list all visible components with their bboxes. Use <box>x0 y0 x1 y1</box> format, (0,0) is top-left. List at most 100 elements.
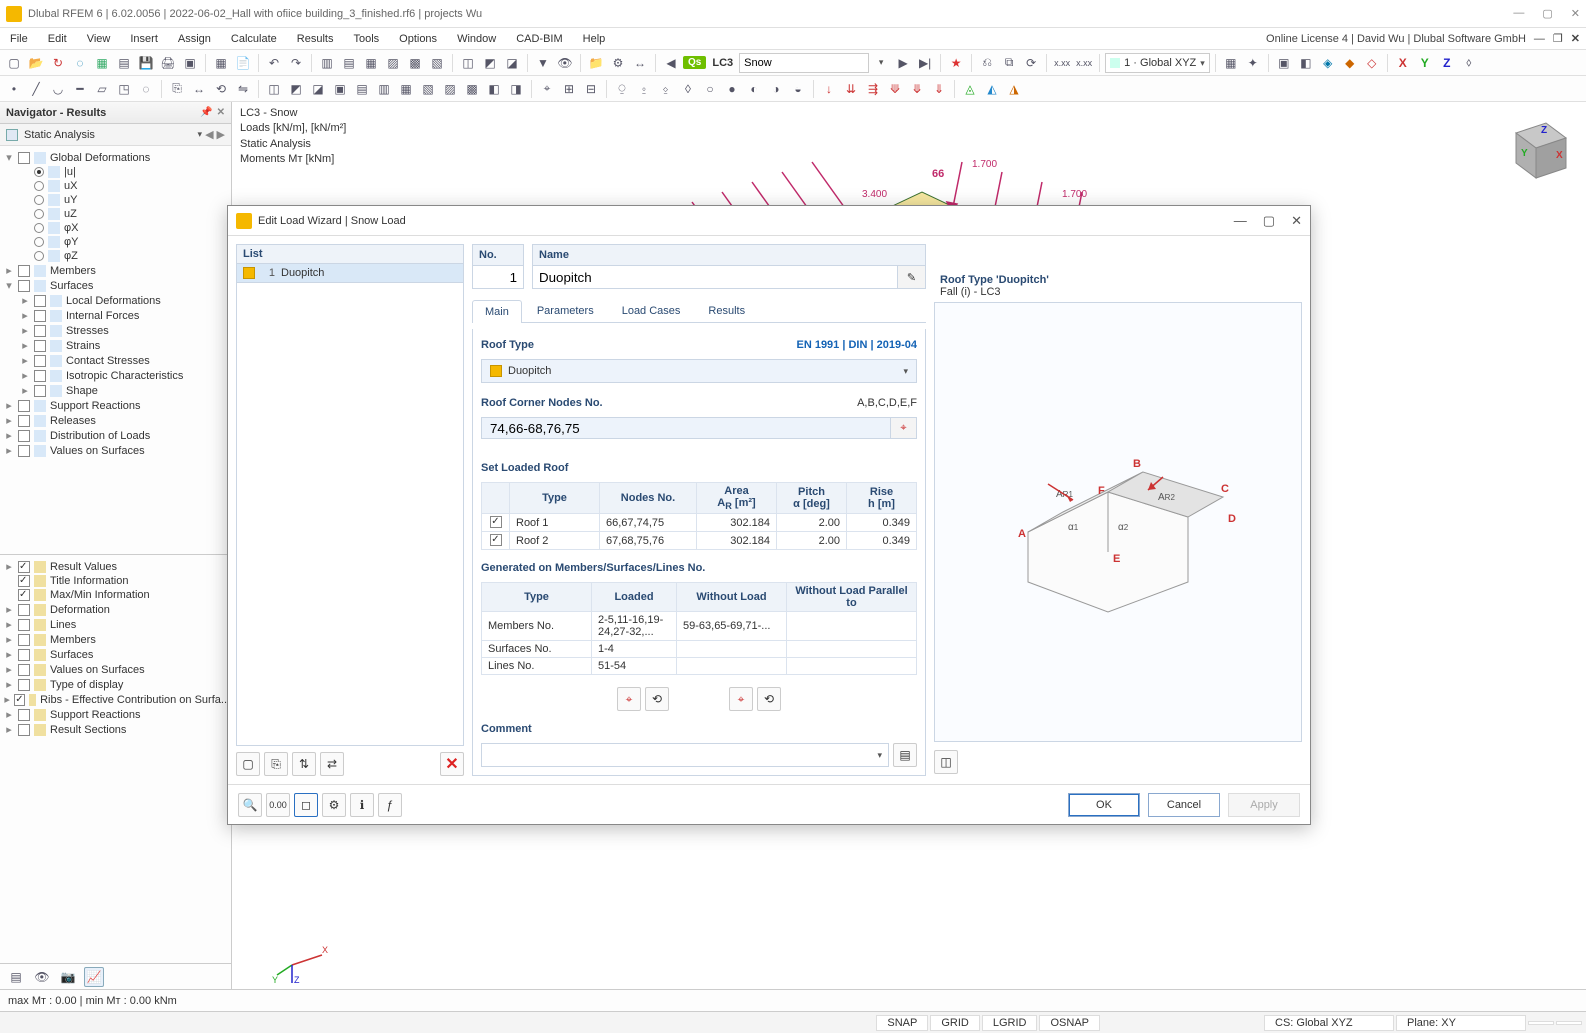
t24-icon[interactable]: ◒ <box>788 79 808 99</box>
tree-item[interactable]: uZ <box>2 207 229 221</box>
radio-icon[interactable] <box>34 209 44 219</box>
mode-dropdown-icon[interactable] <box>198 128 203 141</box>
radio-icon[interactable] <box>34 223 44 233</box>
menu-window[interactable]: Window <box>453 31 500 47</box>
menu-cad-bim[interactable]: CAD-BIM <box>512 31 566 47</box>
tab-main[interactable]: Main <box>472 300 522 323</box>
row-checkbox[interactable] <box>490 534 502 546</box>
checkbox-icon[interactable] <box>14 694 24 706</box>
display-item[interactable]: ▸Support Reactions <box>2 707 229 722</box>
grid2-icon[interactable]: ▤ <box>339 53 359 73</box>
display-item[interactable]: ▸Values on Surfaces <box>2 662 229 677</box>
roof-row[interactable]: Roof 267,68,75,76302.1842.000.349 <box>482 532 917 550</box>
radio-icon[interactable] <box>34 181 44 191</box>
project-icon[interactable]: 📁 <box>586 53 606 73</box>
status-plane[interactable]: Plane: XY <box>1396 1015 1526 1031</box>
status-extra2[interactable] <box>1556 1021 1582 1025</box>
tree-item[interactable]: |u| <box>2 165 229 179</box>
checkbox-icon[interactable] <box>18 445 30 457</box>
display-button[interactable]: ◻ <box>294 793 318 817</box>
checkbox-icon[interactable] <box>34 355 46 367</box>
cancel-button[interactable]: Cancel <box>1148 793 1220 817</box>
t10-icon[interactable]: ▩ <box>462 79 482 99</box>
fe-icon[interactable]: ◭ <box>982 79 1002 99</box>
name-edit-button[interactable]: ✎ <box>898 265 926 289</box>
load2-icon[interactable]: ⇊ <box>841 79 861 99</box>
t13-icon[interactable]: ⌖ <box>537 79 557 99</box>
checkbox-icon[interactable] <box>18 152 30 164</box>
navtab-results-icon[interactable]: 📈 <box>84 967 104 987</box>
dialog-maximize-icon[interactable]: ▢ <box>1263 213 1275 229</box>
menu-tools[interactable]: Tools <box>349 31 383 47</box>
checkbox-icon[interactable] <box>18 415 30 427</box>
expander-icon[interactable]: ▸ <box>4 708 14 721</box>
calc-button[interactable]: ⚙ <box>322 793 346 817</box>
t8-icon[interactable]: ▧ <box>418 79 438 99</box>
t11-icon[interactable]: ◧ <box>484 79 504 99</box>
tree-item[interactable]: uX <box>2 179 229 193</box>
list-delete-button[interactable]: ✕ <box>440 752 464 776</box>
expander-icon[interactable]: ▸ <box>20 339 30 352</box>
navigator-display-tree[interactable]: ▸Result ValuesTitle InformationMax/Min I… <box>0 554 231 963</box>
preview-icon[interactable]: ▣ <box>180 53 200 73</box>
radio-icon[interactable] <box>34 237 44 247</box>
tree-item[interactable]: ▾Global Deformations <box>2 150 229 165</box>
grid6-icon[interactable]: ▧ <box>427 53 447 73</box>
undo-icon[interactable]: ↶ <box>264 53 284 73</box>
model-icon[interactable]: ◌ <box>70 53 90 73</box>
tree-item[interactable]: uY <box>2 193 229 207</box>
display-item[interactable]: ▸Surfaces <box>2 647 229 662</box>
node-icon[interactable]: • <box>4 79 24 99</box>
nav-pin-icon[interactable]: 📌 <box>200 107 212 118</box>
checkbox-icon[interactable] <box>34 385 46 397</box>
roof-type-select[interactable]: Duopitch <box>481 359 917 383</box>
tab-results[interactable]: Results <box>695 299 758 322</box>
comment-edit-button[interactable]: ▤ <box>893 743 917 767</box>
checkbox-icon[interactable] <box>18 561 30 573</box>
tree-item[interactable]: ▸Stresses <box>2 323 229 338</box>
tab-loadcases[interactable]: Load Cases <box>609 299 694 322</box>
nav-close-icon[interactable]: ✕ <box>217 107 225 118</box>
tool-b-icon[interactable]: ⧉ <box>999 53 1019 73</box>
t23-icon[interactable]: ◑ <box>766 79 786 99</box>
lc-next-icon[interactable]: ▶ <box>893 53 913 73</box>
t15-icon[interactable]: ⊟ <box>581 79 601 99</box>
status-osnap[interactable]: OSNAP <box>1039 1015 1100 1031</box>
t16-icon[interactable]: ⍜ <box>612 79 632 99</box>
list-up-button[interactable]: ⇅ <box>292 752 316 776</box>
gen-row[interactable]: Lines No.51-54 <box>482 658 917 675</box>
tree-item[interactable]: ▸Values on Surfaces <box>2 443 229 458</box>
checkbox-icon[interactable] <box>18 280 30 292</box>
settings-icon[interactable]: ⚙ <box>608 53 628 73</box>
t4-icon[interactable]: ▣ <box>330 79 350 99</box>
checkbox-icon[interactable] <box>18 664 30 676</box>
t2-icon[interactable]: ◩ <box>286 79 306 99</box>
expander-icon[interactable]: ▸ <box>4 399 14 412</box>
grid1-icon[interactable]: ▥ <box>317 53 337 73</box>
status-grid[interactable]: GRID <box>930 1015 980 1031</box>
filter-icon[interactable]: ▼ <box>533 53 553 73</box>
navigator-tree[interactable]: ▾Global Deformations|u|uXuYuZφXφYφZ▸Memb… <box>0 146 231 554</box>
comment-select[interactable] <box>481 743 889 767</box>
cube3-icon[interactable]: ◇ <box>1362 53 1382 73</box>
tree-item[interactable]: φY <box>2 235 229 249</box>
member-icon[interactable]: ━ <box>70 79 90 99</box>
expander-icon[interactable]: ▸ <box>20 354 30 367</box>
list-body[interactable]: 1 Duopitch <box>236 264 464 746</box>
expander-icon[interactable]: ▸ <box>4 603 14 616</box>
navtab-data-icon[interactable]: ▤ <box>6 967 26 987</box>
visibility-icon[interactable]: 👁 <box>555 53 575 73</box>
grid3-icon[interactable]: ▦ <box>361 53 381 73</box>
star-icon[interactable]: ★ <box>946 53 966 73</box>
box-icon[interactable]: ▣ <box>1274 53 1294 73</box>
cube-icon[interactable]: ◈ <box>1318 53 1338 73</box>
units-button[interactable]: 0.00 <box>266 793 290 817</box>
cs-x-icon[interactable]: X <box>1393 53 1413 73</box>
copy-icon[interactable]: ⎘ <box>167 79 187 99</box>
expander-icon[interactable]: ▸ <box>20 309 30 322</box>
label-xxx2-icon[interactable]: x.xx <box>1074 53 1094 73</box>
checkbox-icon[interactable] <box>18 619 30 631</box>
list-new-button[interactable]: ▢ <box>236 752 260 776</box>
t21-icon[interactable]: ● <box>722 79 742 99</box>
preview-tool-button[interactable]: ◫ <box>934 750 958 774</box>
